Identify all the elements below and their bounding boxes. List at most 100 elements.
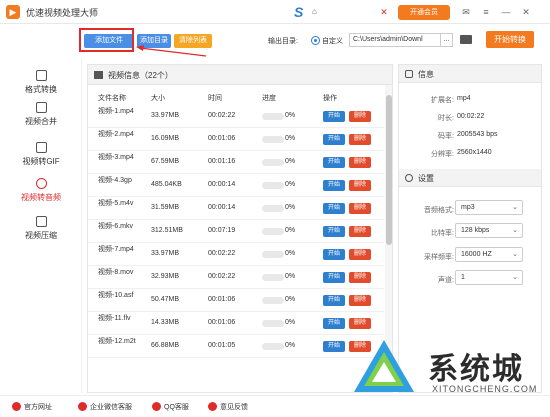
select-value: mp3 [461, 204, 475, 211]
file-size: 485.04KB [151, 181, 182, 188]
scroll-thumb[interactable] [386, 95, 392, 245]
table-row[interactable]: 视频-3.mp4 67.59MB 00:01:16 0% 开始 删除 [88, 151, 384, 174]
chevron-down-icon: ⌄ [512, 251, 518, 258]
start-convert-button[interactable]: 开始转换 [486, 31, 534, 48]
progress-text: 0% [285, 135, 296, 142]
sidebar-item-format-convert[interactable]: 格式转换 [0, 70, 82, 95]
file-duration: 00:02:22 [208, 250, 236, 257]
alert-icon[interactable]: ✕ [378, 6, 390, 18]
table-row[interactable]: 视频-8.mov 32.93MB 00:02:22 0% 开始 删除 [88, 266, 384, 289]
file-name: 视频-8.mov [98, 269, 134, 276]
audio-format-select[interactable]: mp3 ⌄ [455, 200, 523, 215]
delete-button[interactable]: 删除 [349, 226, 371, 237]
column-header-size: 大小 [151, 95, 165, 102]
progress-bar [262, 274, 284, 281]
footer-qq-service[interactable]: QQ客服 [164, 402, 189, 412]
channel-select[interactable]: 1 ⌄ [455, 270, 523, 285]
sidebar-item-video-merge[interactable]: 视频合并 [0, 102, 82, 127]
wechat-icon [78, 402, 87, 411]
bitrate-select[interactable]: 128 kbps ⌄ [455, 223, 523, 238]
chevron-down-icon: ⌄ [512, 227, 518, 234]
watermark-logo-icon [354, 340, 414, 392]
start-button[interactable]: 开始 [323, 157, 345, 168]
delete-button[interactable]: 删除 [349, 111, 371, 122]
sidebar: 格式转换 视频合并 视频转GIF 视频转音频 视频压缩 [0, 58, 82, 393]
start-button[interactable]: 开始 [323, 341, 345, 352]
start-button[interactable]: 开始 [323, 203, 345, 214]
delete-button[interactable]: 删除 [349, 318, 371, 329]
output-dir-label: 输出目录: [268, 38, 298, 45]
folder-icon[interactable] [460, 35, 472, 44]
file-name: 视频-2.mp4 [98, 131, 134, 138]
start-button[interactable]: 开始 [323, 272, 345, 283]
info-value: 2005543 bps [457, 131, 498, 138]
table-row[interactable]: 视频-12.m2t 66.88MB 00:01:05 0% 开始 删除 [88, 335, 384, 358]
table-row[interactable]: 视频-5.m4v 31.59MB 00:00:14 0% 开始 删除 [88, 197, 384, 220]
progress-bar [262, 343, 284, 350]
delete-button[interactable]: 删除 [349, 249, 371, 260]
sidebar-item-video-to-audio[interactable]: 视频转音频 [0, 178, 82, 203]
mail-icon[interactable]: ✉ [460, 6, 472, 18]
table-row[interactable]: 视频-1.mp4 33.97MB 00:02:22 0% 开始 删除 [88, 105, 384, 128]
video-list-panel: 视频信息（22个） 文件名称 大小 时间 进度 操作 视频-1.mp4 33.97… [87, 64, 393, 393]
start-button[interactable]: 开始 [323, 111, 345, 122]
custom-radio[interactable] [311, 36, 320, 45]
file-size: 66.88MB [151, 342, 180, 349]
file-duration: 00:01:05 [208, 342, 236, 349]
start-button[interactable]: 开始 [323, 180, 345, 191]
output-path-input[interactable]: C:\Users\admin\Downl [349, 33, 441, 47]
info-label: 扩展名: [431, 97, 454, 104]
file-duration: 00:01:06 [208, 319, 236, 326]
delete-button[interactable]: 删除 [349, 134, 371, 145]
file-duration: 00:01:06 [208, 135, 236, 142]
select-value: 1 [461, 274, 465, 281]
file-size: 50.47MB [151, 296, 180, 303]
start-button[interactable]: 开始 [323, 295, 345, 306]
table-row[interactable]: 视频-11.flv 14.33MB 00:01:06 0% 开始 删除 [88, 312, 384, 335]
progress-bar [262, 136, 284, 143]
table-row[interactable]: 视频-7.mp4 33.97MB 00:02:22 0% 开始 删除 [88, 243, 384, 266]
column-header-time: 时间 [208, 95, 222, 102]
footer-wechat-service[interactable]: 企业微信客服 [90, 402, 132, 412]
start-button[interactable]: 开始 [323, 318, 345, 329]
file-name: 视频-10.asf [98, 292, 134, 299]
table-row[interactable]: 视频-6.mkv 312.51MB 00:07:19 0% 开始 删除 [88, 220, 384, 243]
watermark-url: XITONGCHENG.COM [432, 384, 538, 394]
minimize-icon[interactable]: — [500, 6, 512, 18]
start-button[interactable]: 开始 [323, 226, 345, 237]
file-name: 视频-6.mkv [98, 223, 133, 230]
sidebar-item-video-to-gif[interactable]: 视频转GIF [0, 142, 82, 167]
delete-button[interactable]: 删除 [349, 295, 371, 306]
start-button[interactable]: 开始 [323, 134, 345, 145]
table-row[interactable]: 视频-2.mp4 16.09MB 00:01:06 0% 开始 删除 [88, 128, 384, 151]
vip-button[interactable]: 开通会员 [398, 5, 450, 20]
browse-button[interactable]: ... [441, 33, 453, 47]
progress-text: 0% [285, 204, 296, 211]
info-value: 00:02:22 [457, 113, 485, 120]
footer-official-site[interactable]: 官方网址 [24, 402, 52, 412]
table-row[interactable]: 视频-10.asf 50.47MB 00:01:06 0% 开始 删除 [88, 289, 384, 312]
table-row[interactable]: 视频-4.3gp 485.04KB 00:00:14 0% 开始 删除 [88, 174, 384, 197]
progress-text: 0% [285, 296, 296, 303]
app-logo-icon: ▶ [6, 5, 20, 19]
delete-button[interactable]: 删除 [349, 157, 371, 168]
menu-icon[interactable]: ≡ [480, 6, 492, 18]
progress-bar [262, 228, 284, 235]
close-icon[interactable]: ✕ [520, 6, 532, 18]
sidebar-item-label: 视频转音频 [21, 193, 61, 202]
sample-rate-select[interactable]: 16000 HZ ⌄ [455, 247, 523, 262]
file-duration: 00:02:22 [208, 273, 236, 280]
delete-button[interactable]: 删除 [349, 180, 371, 191]
start-button[interactable]: 开始 [323, 249, 345, 260]
sidebar-item-video-compress[interactable]: 视频压缩 [0, 216, 82, 241]
file-size: 16.09MB [151, 135, 180, 142]
footer-feedback[interactable]: 意见反馈 [220, 402, 248, 412]
progress-bar [262, 182, 284, 189]
delete-button[interactable]: 删除 [349, 203, 371, 214]
file-duration: 00:00:14 [208, 181, 236, 188]
bitrate-label: 比特率: [431, 230, 454, 237]
info-icon [405, 70, 413, 78]
delete-button[interactable]: 删除 [349, 272, 371, 283]
file-name: 视频-7.mp4 [98, 246, 134, 253]
file-size: 14.33MB [151, 319, 180, 326]
